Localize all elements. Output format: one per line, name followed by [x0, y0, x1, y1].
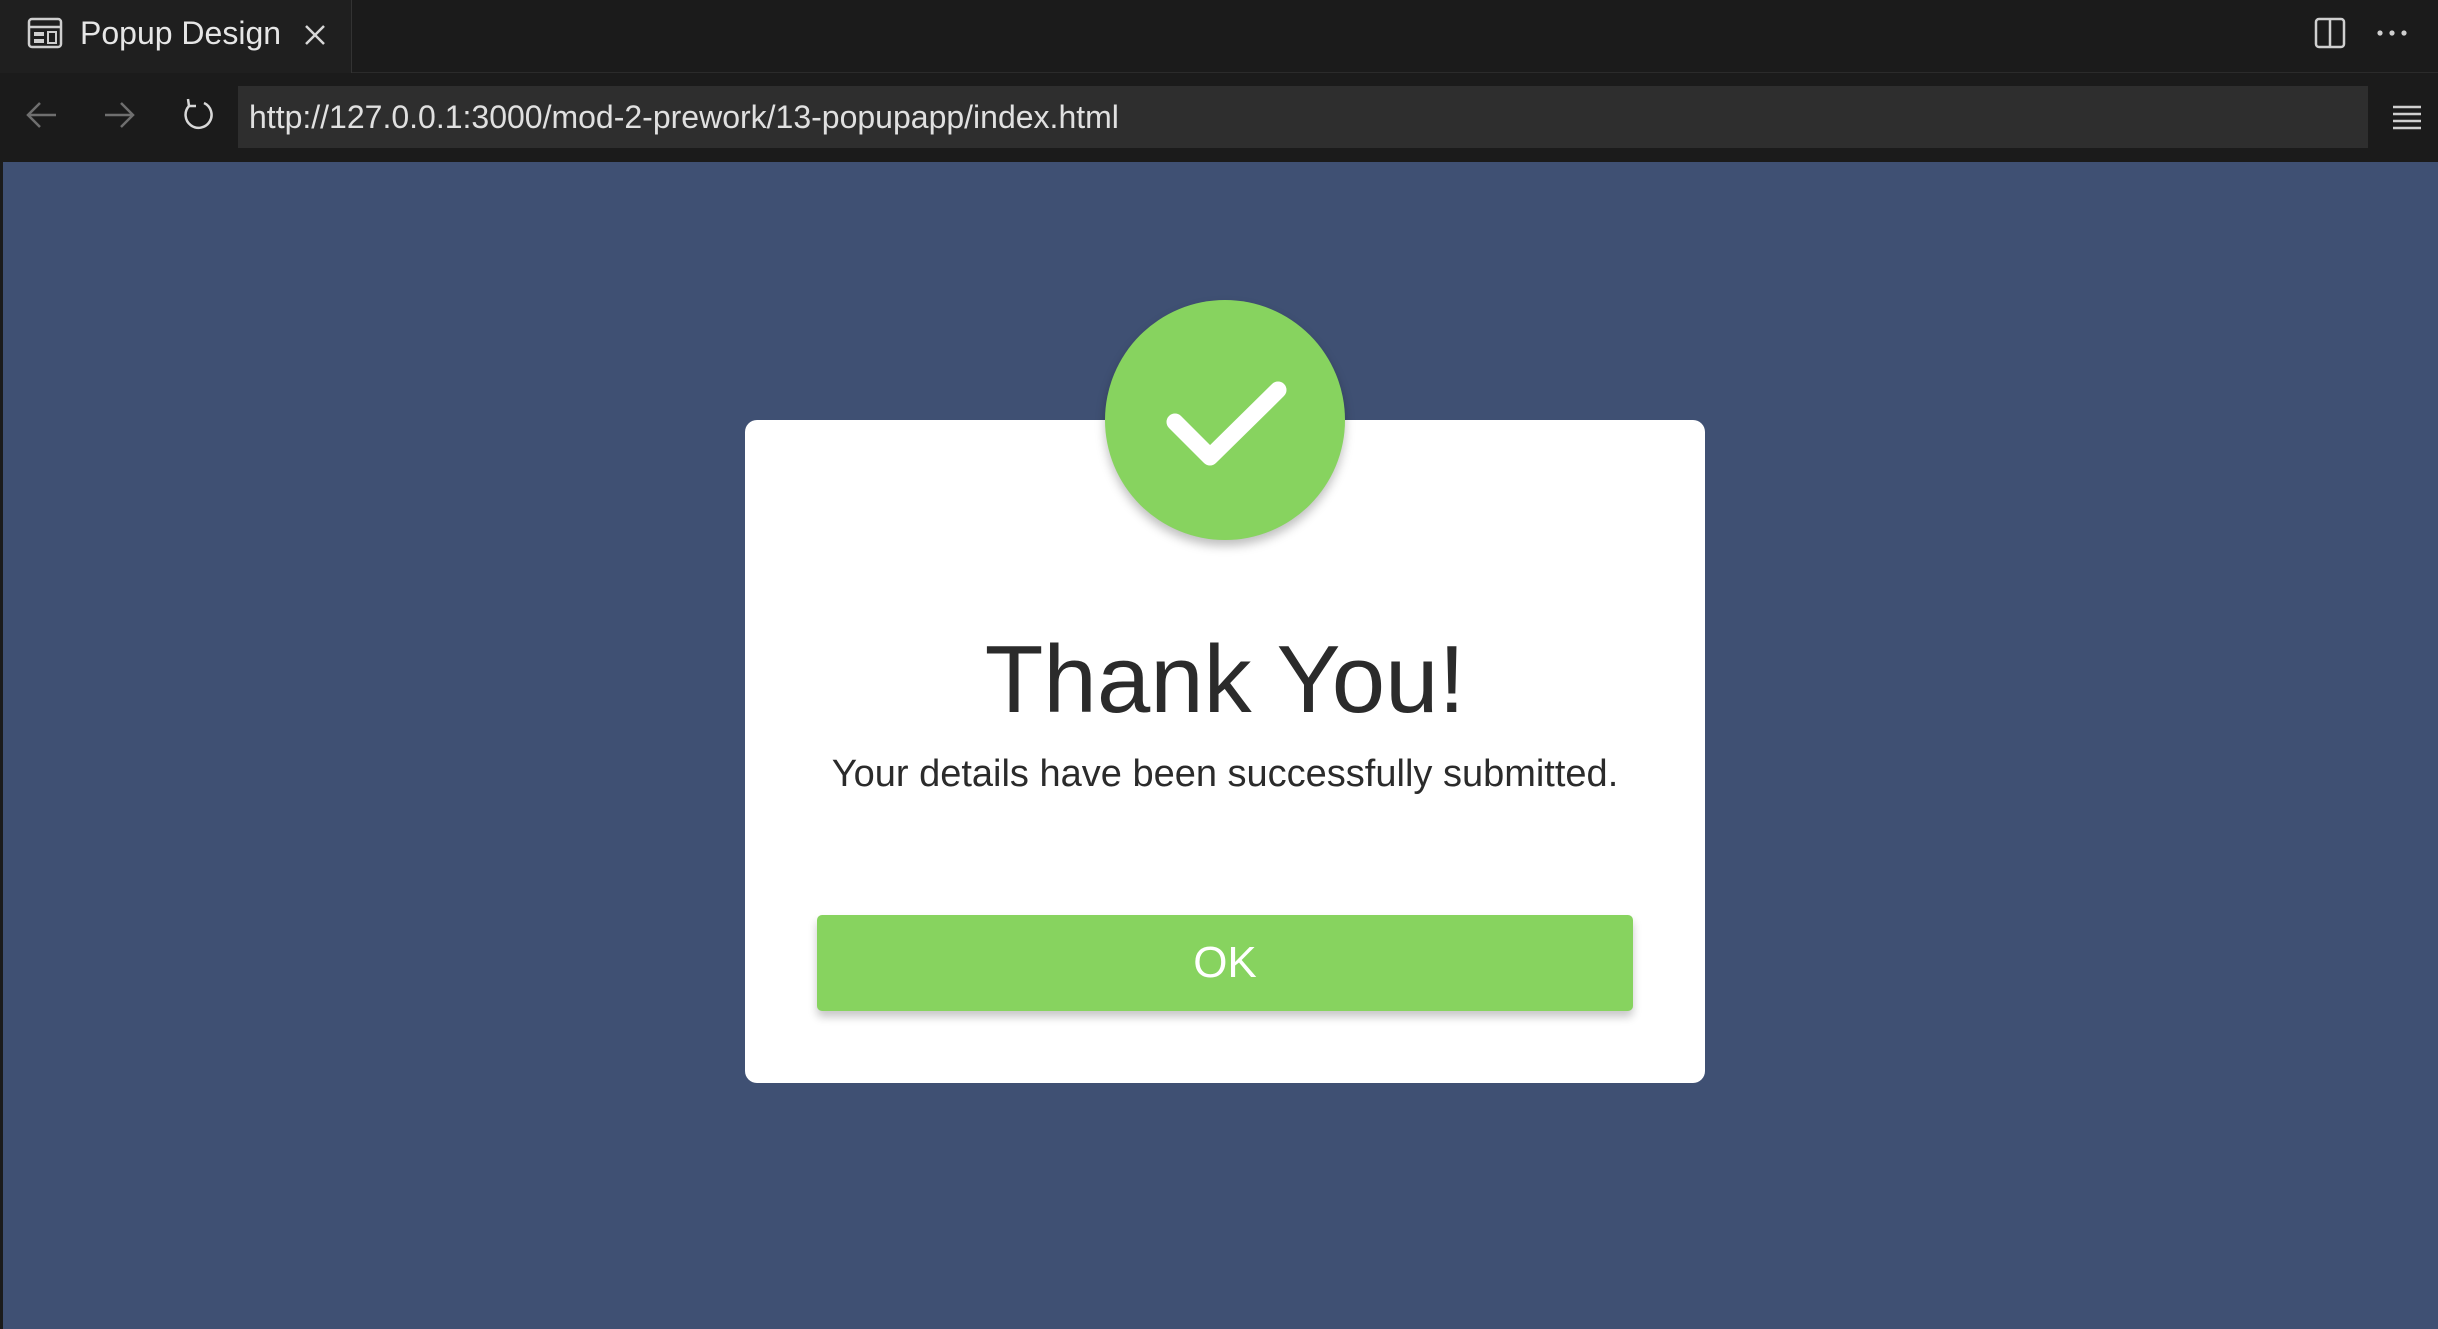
forward-arrow-icon[interactable]	[99, 95, 139, 135]
success-badge	[1105, 300, 1345, 540]
tab-bar: Popup Design	[0, 0, 2438, 73]
popup-title: Thank You!	[984, 626, 1466, 733]
more-actions-icon[interactable]	[2372, 16, 2412, 50]
navigation-bar	[0, 73, 2438, 162]
popup-message: Your details have been successfully subm…	[831, 753, 1619, 795]
back-arrow-icon[interactable]	[22, 95, 62, 135]
hamburger-menu-icon[interactable]	[2390, 100, 2424, 134]
tab-popup-design[interactable]: Popup Design	[0, 0, 352, 73]
close-icon[interactable]	[300, 20, 330, 50]
ok-button[interactable]: OK	[817, 915, 1633, 1011]
reload-icon[interactable]	[178, 95, 218, 135]
url-input[interactable]	[238, 86, 2368, 148]
tab-title: Popup Design	[80, 15, 282, 51]
split-editor-icon[interactable]	[2313, 16, 2347, 50]
checkmark-icon	[1166, 381, 1287, 466]
preview-icon	[27, 17, 63, 49]
